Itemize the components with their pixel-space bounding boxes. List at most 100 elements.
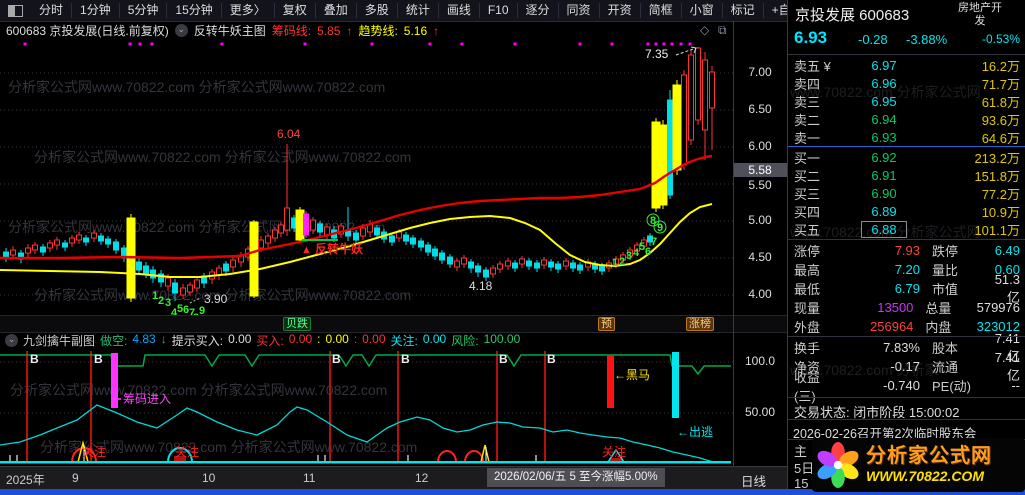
buy-row[interactable]: 买五 6.88 101.1万 <box>788 220 1025 238</box>
toolbar-item-5[interactable]: 复权 <box>275 3 316 18</box>
price-axis-label: 6.50 <box>748 102 772 116</box>
main-indicator-name[interactable]: 反转牛妖主图 <box>194 22 266 39</box>
stock-name-code: 京投发展 600683 <box>795 7 910 24</box>
sub-indicator-chart[interactable]: 分析家公式网www.70822.com 分析家公式网www.70822.com分… <box>0 348 733 466</box>
svg-text:9: 9 <box>199 305 205 315</box>
stat-row: 最低 6.79 市值 51.3亿 <box>794 271 1020 305</box>
sub-indicator-token: 4.83 <box>132 331 156 346</box>
time-axis-label: 12 <box>415 471 429 485</box>
industry-label[interactable]: 房地产开发 <box>938 2 1022 28</box>
price-change-pct: -3.88% <box>906 32 948 47</box>
svg-text:7: 7 <box>651 236 657 248</box>
logo-title: 分析家公式网 <box>866 445 992 467</box>
sell-row[interactable]: 卖四 6.96 71.7万 <box>788 74 1025 92</box>
svg-text:2: 2 <box>158 295 164 307</box>
period-label[interactable]: 日线 <box>741 471 766 490</box>
buy-row[interactable]: 买二 6.91 151.8万 <box>788 166 1025 184</box>
svg-text:关注: 关注 <box>82 444 106 459</box>
toolbar-item-15[interactable]: 小窗 <box>682 3 723 18</box>
toolbar-item-2[interactable]: 5分钟 <box>120 3 168 18</box>
price-axis-label: 50.00 <box>744 405 776 419</box>
toolbar-item-6[interactable]: 叠加 <box>316 3 357 18</box>
price-axis-label: 4.00 <box>748 287 772 301</box>
marker-tag[interactable]: 涨榜 <box>686 317 714 331</box>
svg-text:6.04: 6.04 <box>277 127 301 141</box>
chevron-down-icon[interactable]: ⌄ <box>174 24 188 37</box>
indicator-line1-value: 5.85 <box>317 23 341 38</box>
toolbar-item-4[interactable]: 更多〉 <box>222 3 275 18</box>
price-axis-label: 5.58 <box>733 163 787 177</box>
marker-tag[interactable]: 预 <box>598 317 615 331</box>
stats-block-2: 换手 7.83% 股本 7.41亿 净资 -0.17 流通 7.41亿 收益(三) -0.740 P… <box>788 331 1025 404</box>
sub-indicator-token: 0.00 <box>228 331 252 346</box>
stat-row: 现量 13500 总量 579976 <box>794 300 1020 316</box>
buy-row[interactable]: 买三 6.90 77.2万 <box>788 184 1025 202</box>
toolbar-item-3[interactable]: 15分钟 <box>167 3 222 18</box>
svg-text:B: B <box>499 352 508 366</box>
svg-text:2: 2 <box>619 256 625 268</box>
svg-text:关注: 关注 <box>175 444 199 459</box>
chart-divider-bar[interactable]: 贝跌 预 涨榜 <box>0 315 787 333</box>
toolbar: 分时 1分钟 5分钟 15分钟 更多〉 复权 叠加 多股 统计 画线 F10 逐分 同资 开资 简框 小窗 标记… <box>0 0 853 22</box>
marker-tag[interactable]: 贝跌 <box>283 317 311 331</box>
sell-row[interactable]: 卖一 6.93 64.6万 <box>788 128 1025 146</box>
diamond-marker-icon[interactable]: ◇ <box>700 23 709 37</box>
svg-text:分析家公式网www.70822.com 分析家公式网www.: 分析家公式网www.70822.com 分析家公式网www.70822.com <box>34 149 411 165</box>
stat-row: 收益(三) -0.740 PE(动) -- <box>794 369 1020 404</box>
panel-divider <box>788 336 1025 337</box>
svg-text:关注: 关注 <box>602 444 626 459</box>
price-axis-label: 100.0 <box>744 354 776 368</box>
toolbar-item-1[interactable]: 1分钟 <box>72 3 120 18</box>
price-axis-label: 7.00 <box>748 65 772 79</box>
window-layout-icon[interactable] <box>8 4 23 17</box>
indicator-line2-label: 趋势线: <box>358 24 398 38</box>
sub-indicator-token: ↓ <box>160 331 167 346</box>
quote-panel: www.70822.com 分析家公式网 www.70822.com 分析家公式… <box>787 0 1025 495</box>
svg-text:反转牛妖: 反转牛妖 <box>315 241 364 256</box>
watermark-logo: 分析家公式网 WWW.70822.COM <box>812 438 1025 492</box>
sub-indicator-token: 0.00 <box>325 331 349 346</box>
stats-block-1: 涨停 7.93 跌停 6.49 最高 7.20 量比 0.60 最低 6.79 市值 51.3亿 现量 1… <box>788 241 1025 336</box>
sell-row[interactable]: 卖五 ¥6.97 16.2万 <box>788 56 1025 74</box>
sub-chart-header: ⌄ 九剑擒牛副图 做空: 4.83 ↓ 提示买入: 0.00 买入: 0.00:0.00:0… <box>0 332 792 348</box>
svg-text:B: B <box>547 352 556 366</box>
time-axis-label: 2025年 <box>6 473 45 487</box>
up-arrow-icon: ↑ <box>346 23 353 38</box>
toolbar-item-11[interactable]: 逐分 <box>518 3 559 18</box>
buy-row[interactable]: 买四 6.89 10.9万 <box>788 202 1025 220</box>
svg-text:B: B <box>30 352 39 366</box>
sub-indicator-values: 做空: 4.83 ↓ 提示买入: 0.00 买入: 0.00:0.00:0.00 关注: 0.0… <box>100 332 520 349</box>
main-candlestick-chart[interactable]: 分析家公式网www.70822.com 分析家公式网www.70822.com 分… <box>0 40 733 315</box>
toolbar-item-8[interactable]: 统计 <box>398 3 439 18</box>
sell-row[interactable]: 卖二 6.94 93.6万 <box>788 110 1025 128</box>
time-axis-label: 11 <box>303 471 316 485</box>
buy-queue: 买一 6.92 213.2万 买二 6.91 151.8万 买三 6.90 77.2万 买四 6.8… <box>788 148 1025 238</box>
time-axis: 2026/02/06/五 5 至今涨幅5.00% 日线 2025年 9 10 11 12 <box>0 466 787 489</box>
price-axis-label: 4.50 <box>748 250 772 264</box>
toolbar-item-7[interactable]: 多股 <box>357 3 398 18</box>
svg-text:分析家公式网www.70822.com 分析家公式网www.: 分析家公式网www.70822.com 分析家公式网www.70822.com <box>8 79 385 95</box>
toolbar-item-14[interactable]: 简框 <box>641 3 682 18</box>
buy-row[interactable]: 买一 6.92 213.2万 <box>788 148 1025 166</box>
current-date-label: 2026/02/06/五 5 至今涨幅5.00% <box>487 468 665 487</box>
sell-row[interactable]: 卖三 6.95 61.8万 <box>788 92 1025 110</box>
axis-divider <box>733 21 734 488</box>
sub-indicator-token: : <box>353 331 358 346</box>
time-axis-label: 9 <box>72 471 79 485</box>
small-window-icon[interactable]: ⧉ <box>718 23 727 38</box>
up-arrow-icon: ↑ <box>433 23 440 38</box>
toolbar-item-12[interactable]: 同资 <box>559 3 600 18</box>
price-change: -0.28 <box>858 32 888 47</box>
svg-text:B: B <box>332 352 341 366</box>
toolbar-item-10[interactable]: F10 <box>480 3 518 18</box>
svg-text:筹码进入: 筹码进入 <box>123 392 171 406</box>
toolbar-item-13[interactable]: 开资 <box>600 3 641 18</box>
stat-row: 涨停 7.93 跌停 6.49 <box>794 243 1020 259</box>
sub-indicator-name[interactable]: 九剑擒牛副图 <box>23 332 95 349</box>
svg-text:4.18: 4.18 <box>469 279 493 293</box>
indicator-line2-value: 5.16 <box>403 23 428 38</box>
chevron-down-icon[interactable]: ⌄ <box>5 333 18 347</box>
sub-indicator-token: 提示买入: <box>171 333 224 348</box>
toolbar-item-9[interactable]: 画线 <box>439 3 480 18</box>
toolbar-item-0[interactable]: 分时 <box>31 3 73 18</box>
